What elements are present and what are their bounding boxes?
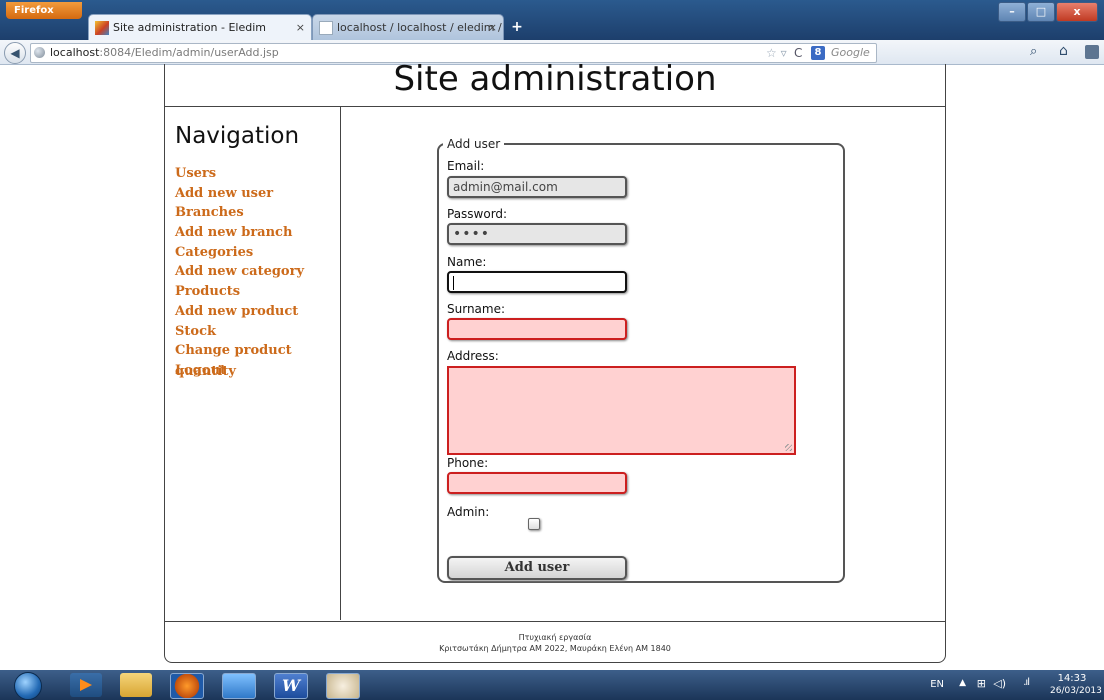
bookmark-star-icon[interactable]: ☆ ▿ bbox=[766, 44, 787, 62]
language-indicator[interactable]: EN bbox=[930, 679, 944, 690]
nav-link-add-new-branch[interactable]: Add new branch bbox=[175, 225, 292, 240]
text-cursor bbox=[453, 275, 454, 290]
nav-link-stock[interactable]: Stock bbox=[175, 324, 216, 339]
phone-field[interactable] bbox=[447, 472, 627, 494]
window-controls: – □ x bbox=[997, 2, 1098, 22]
name-label: Name: bbox=[447, 255, 487, 269]
maximize-button[interactable]: □ bbox=[1027, 2, 1055, 22]
minimize-button[interactable]: – bbox=[998, 2, 1026, 22]
tab-site-administration[interactable]: Site administration - Eledim × bbox=[88, 14, 312, 41]
firefox-menu-button[interactable]: Firefox bbox=[6, 2, 82, 19]
nav-link-products[interactable]: Products bbox=[175, 284, 240, 299]
tab-phpmyadmin[interactable]: localhost / localhost / eledim / users |… bbox=[312, 14, 504, 41]
admin-label: Admin: bbox=[447, 505, 490, 519]
bookmarks-menu-icon[interactable] bbox=[1085, 45, 1099, 59]
nav-link-add-new-product[interactable]: Add new product bbox=[175, 304, 298, 319]
address-label: Address: bbox=[447, 349, 499, 363]
clock-date: 26/03/2013 bbox=[1050, 686, 1102, 696]
signal-icon[interactable]: .ıl bbox=[1023, 677, 1030, 688]
nav-link-add-new-category[interactable]: Add new category bbox=[175, 264, 304, 279]
nav-link-logout[interactable]: Logout bbox=[175, 363, 226, 378]
globe-icon bbox=[34, 47, 45, 58]
address-textarea[interactable] bbox=[447, 366, 796, 455]
search-input[interactable]: Google bbox=[831, 44, 870, 62]
admin-checkbox[interactable] bbox=[528, 518, 540, 530]
clock-time: 14:33 bbox=[1057, 673, 1087, 684]
page-footer: Πτυχιακή εργασία Κριτσωτάκη Δήμητρα ΑΜ 2… bbox=[165, 621, 945, 662]
page-title: Site administration bbox=[393, 59, 717, 99]
surname-label: Surname: bbox=[447, 302, 506, 316]
nav-link-add-new-user[interactable]: Add new user bbox=[175, 186, 273, 201]
navigation-heading: Navigation bbox=[175, 123, 300, 149]
firefox-taskbar-icon[interactable] bbox=[170, 673, 204, 699]
browser-titlebar: Firefox Site administration - Eledim × l… bbox=[0, 0, 1104, 41]
home-icon[interactable]: ⌂ bbox=[1059, 43, 1068, 59]
search-engine-icon[interactable]: 8 bbox=[811, 46, 825, 60]
password-field[interactable]: •••• bbox=[447, 223, 627, 245]
back-arrow-icon[interactable]: ◀ bbox=[4, 42, 26, 64]
footer-line-1: Πτυχιακή εργασία bbox=[518, 633, 592, 642]
phone-label: Phone: bbox=[447, 456, 489, 470]
close-window-button[interactable]: x bbox=[1056, 2, 1098, 22]
tab-close-icon[interactable]: × bbox=[296, 15, 305, 41]
url-text[interactable]: localhost:8084/Eledim/admin/userAdd.jsp bbox=[50, 44, 279, 62]
show-hidden-icons-icon[interactable]: ▲ bbox=[959, 678, 966, 688]
sidebar: Navigation Users Add new user Branches A… bbox=[165, 107, 341, 620]
search-icon[interactable]: ⌕ bbox=[1030, 44, 1037, 59]
nav-link-users[interactable]: Users bbox=[175, 166, 216, 181]
tab-label: localhost / localhost / eledim / users |… bbox=[337, 21, 503, 34]
add-user-button[interactable]: Add user bbox=[447, 556, 627, 580]
word-taskbar-icon[interactable]: W bbox=[274, 673, 308, 699]
site-favicon-icon bbox=[95, 21, 109, 35]
start-button[interactable] bbox=[14, 672, 42, 700]
clock[interactable]: 14:33 26/03/2013 bbox=[1050, 673, 1102, 697]
nav-link-categories[interactable]: Categories bbox=[175, 245, 253, 260]
volume-icon[interactable]: ◁) bbox=[993, 677, 1006, 690]
reload-icon[interactable]: C bbox=[794, 44, 802, 62]
network-icon[interactable]: ⊞ bbox=[977, 677, 986, 690]
resize-grip-icon[interactable] bbox=[785, 444, 792, 451]
add-user-legend: Add user bbox=[447, 137, 501, 151]
new-tab-button[interactable]: + bbox=[506, 17, 528, 37]
media-player-taskbar-icon[interactable] bbox=[70, 673, 102, 697]
name-field[interactable] bbox=[447, 271, 627, 293]
surname-field[interactable] bbox=[447, 318, 627, 340]
nav-link-branches[interactable]: Branches bbox=[175, 205, 244, 220]
email-field[interactable]: admin@mail.com bbox=[447, 176, 627, 198]
system-tray: EN ▲ ⊞ ◁) .ıl 14:33 26/03/2013 bbox=[894, 670, 1102, 700]
tab-close-icon[interactable]: × bbox=[488, 15, 497, 41]
page-favicon-icon bbox=[319, 21, 333, 35]
footer-line-2: Κριτσωτάκη Δήμητρα ΑΜ 2022, Μαυράκη Ελέν… bbox=[439, 644, 671, 653]
virtualbox-taskbar-icon[interactable] bbox=[222, 673, 256, 699]
file-explorer-taskbar-icon[interactable] bbox=[120, 673, 152, 697]
navigation-list: Users Add new user Branches Add new bran… bbox=[175, 162, 340, 379]
windows-taskbar: W EN ▲ ⊞ ◁) .ıl 14:33 26/03/2013 bbox=[0, 670, 1104, 700]
email-label: Email: bbox=[447, 159, 485, 173]
password-label: Password: bbox=[447, 207, 508, 221]
paint-taskbar-icon[interactable] bbox=[326, 673, 360, 699]
page-header: Site administration bbox=[165, 59, 945, 107]
tab-label: Site administration - Eledim bbox=[113, 21, 267, 34]
